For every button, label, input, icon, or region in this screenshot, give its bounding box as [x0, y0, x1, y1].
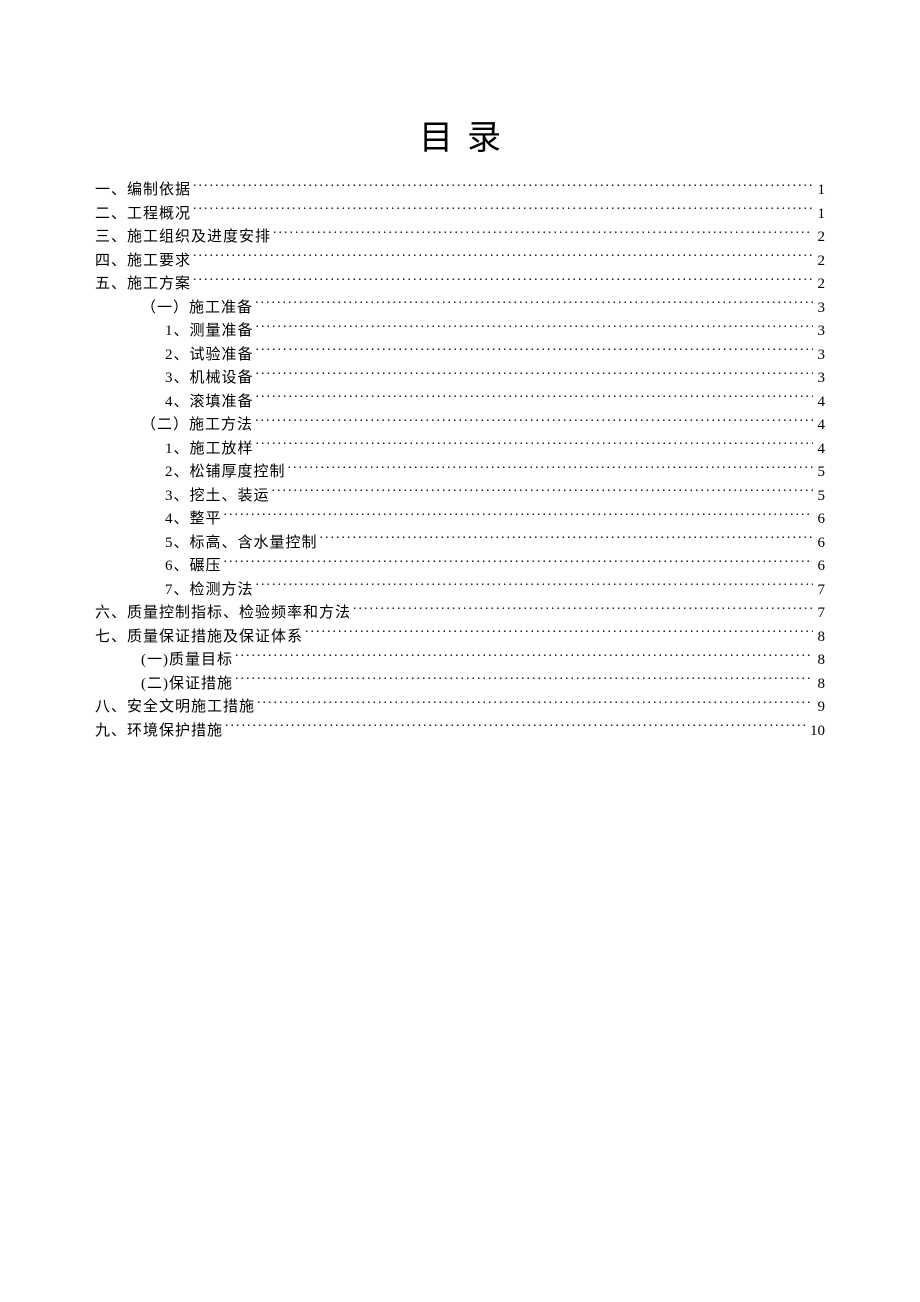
- toc-entry: 1、测量准备 3: [95, 320, 825, 344]
- toc-entry: 一、编制依据 1: [95, 179, 825, 203]
- toc-leader-dots: [225, 720, 808, 735]
- toc-entry: 五、施工方案 2: [95, 273, 825, 297]
- page-title: 目录: [95, 110, 825, 159]
- toc-leader-dots: [257, 696, 813, 711]
- toc-entry-page: 6: [815, 508, 825, 532]
- toc-entry: 2、试验准备 3: [95, 344, 825, 368]
- toc-entry-label: (二)保证措施: [141, 673, 233, 697]
- toc-entry: 4、整平 6: [95, 508, 825, 532]
- toc-entry-label: 1、测量准备: [165, 320, 254, 344]
- toc-leader-dots: [256, 391, 813, 406]
- toc-leader-dots: [353, 602, 813, 617]
- toc-entry-page: 5: [815, 485, 825, 509]
- document-page: 目录 一、编制依据1二、工程概况1三、施工组织及进度安排2四、施工要求2五、施工…: [0, 0, 920, 1302]
- toc-entry-page: 3: [815, 297, 825, 321]
- toc-entry: (一)质量目标 8: [95, 649, 825, 673]
- toc-entry: 1、施工放样 4: [95, 438, 825, 462]
- toc-entry-label: 2、试验准备: [165, 344, 254, 368]
- toc-entry: 3、挖土、装运 5: [95, 485, 825, 509]
- toc-entry-page: 8: [815, 673, 825, 697]
- toc-entry-label: 4、滚填准备: [165, 391, 254, 415]
- table-of-contents: 一、编制依据 1 二、工程概况 1 三、施工组织及进度安排 2 四、施工要求 2 五、施工方案 2…: [95, 179, 825, 743]
- toc-entry-label: （一）施工准备: [141, 297, 253, 321]
- toc-entry: 三、施工组织及进度安排 2: [95, 226, 825, 250]
- toc-leader-dots: [273, 226, 813, 241]
- toc-entry-label: 5、标高、含水量控制: [165, 532, 318, 556]
- toc-entry: 八、安全文明施工措施 9: [95, 696, 825, 720]
- toc-leader-dots: [320, 532, 813, 547]
- toc-leader-dots: [193, 273, 813, 288]
- toc-entry-page: 10: [810, 720, 825, 744]
- toc-entry: 3、机械设备 3: [95, 367, 825, 391]
- toc-entry-label: 四、施工要求: [95, 250, 191, 274]
- toc-leader-dots: [256, 579, 813, 594]
- toc-entry: 4、滚填准备 4: [95, 391, 825, 415]
- toc-entry-page: 6: [815, 532, 825, 556]
- toc-entry: 九、环境保护措施 10: [95, 720, 825, 744]
- toc-entry-page: 1: [815, 203, 825, 227]
- toc-entry-page: 1: [815, 179, 825, 203]
- toc-leader-dots: [193, 179, 813, 194]
- toc-entry-label: 7、检测方法: [165, 579, 254, 603]
- toc-entry-page: 6: [815, 555, 825, 579]
- toc-leader-dots: [272, 485, 813, 500]
- toc-entry-page: 4: [815, 391, 825, 415]
- toc-entry-page: 8: [815, 626, 825, 650]
- toc-leader-dots: [256, 438, 813, 453]
- toc-leader-dots: [256, 367, 813, 382]
- toc-entry-label: 4、整平: [165, 508, 222, 532]
- toc-entry-label: 二、工程概况: [95, 203, 191, 227]
- toc-entry: 2、松铺厚度控制 5: [95, 461, 825, 485]
- toc-leader-dots: [224, 555, 813, 570]
- toc-entry: 四、施工要求 2: [95, 250, 825, 274]
- toc-entry: （一）施工准备 3: [95, 297, 825, 321]
- toc-entry-page: 8: [815, 649, 825, 673]
- toc-leader-dots: [288, 461, 813, 476]
- toc-entry: 5、标高、含水量控制 6: [95, 532, 825, 556]
- toc-leader-dots: [256, 320, 813, 335]
- toc-entry: 6、碾压 6: [95, 555, 825, 579]
- toc-entry-label: 2、松铺厚度控制: [165, 461, 286, 485]
- toc-entry-page: 5: [815, 461, 825, 485]
- toc-entry-page: 4: [815, 438, 825, 462]
- toc-entry-page: 7: [815, 579, 825, 603]
- toc-leader-dots: [235, 649, 813, 664]
- toc-entry-page: 3: [815, 367, 825, 391]
- toc-entry-page: 2: [815, 250, 825, 274]
- toc-entry: (二)保证措施 8: [95, 673, 825, 697]
- toc-entry-page: 2: [815, 226, 825, 250]
- toc-entry-label: 三、施工组织及进度安排: [95, 226, 271, 250]
- toc-entry-label: 3、挖土、装运: [165, 485, 270, 509]
- toc-entry-label: 6、碾压: [165, 555, 222, 579]
- toc-entry-label: 八、安全文明施工措施: [95, 696, 255, 720]
- toc-entry-page: 9: [815, 696, 825, 720]
- toc-leader-dots: [255, 297, 813, 312]
- toc-leader-dots: [193, 250, 813, 265]
- toc-entry-label: 五、施工方案: [95, 273, 191, 297]
- toc-entry-label: 3、机械设备: [165, 367, 254, 391]
- toc-entry-label: （二）施工方法: [141, 414, 253, 438]
- toc-entry-page: 3: [815, 320, 825, 344]
- toc-leader-dots: [235, 673, 813, 688]
- toc-leader-dots: [224, 508, 813, 523]
- toc-leader-dots: [256, 344, 813, 359]
- toc-entry-page: 4: [815, 414, 825, 438]
- toc-entry-label: (一)质量目标: [141, 649, 233, 673]
- toc-leader-dots: [193, 203, 813, 218]
- toc-entry: 7、检测方法 7: [95, 579, 825, 603]
- toc-entry-label: 一、编制依据: [95, 179, 191, 203]
- toc-entry: （二）施工方法 4: [95, 414, 825, 438]
- toc-entry-page: 2: [815, 273, 825, 297]
- toc-entry-label: 1、施工放样: [165, 438, 254, 462]
- toc-entry-page: 7: [815, 602, 825, 626]
- toc-leader-dots: [255, 414, 813, 429]
- toc-entry-label: 九、环境保护措施: [95, 720, 223, 744]
- toc-entry: 二、工程概况 1: [95, 203, 825, 227]
- toc-entry-label: 七、质量保证措施及保证体系: [95, 626, 303, 650]
- toc-entry-label: 六、质量控制指标、检验频率和方法: [95, 602, 351, 626]
- toc-leader-dots: [305, 626, 813, 641]
- toc-entry: 六、质量控制指标、检验频率和方法 7: [95, 602, 825, 626]
- toc-entry: 七、质量保证措施及保证体系 8: [95, 626, 825, 650]
- toc-entry-page: 3: [815, 344, 825, 368]
